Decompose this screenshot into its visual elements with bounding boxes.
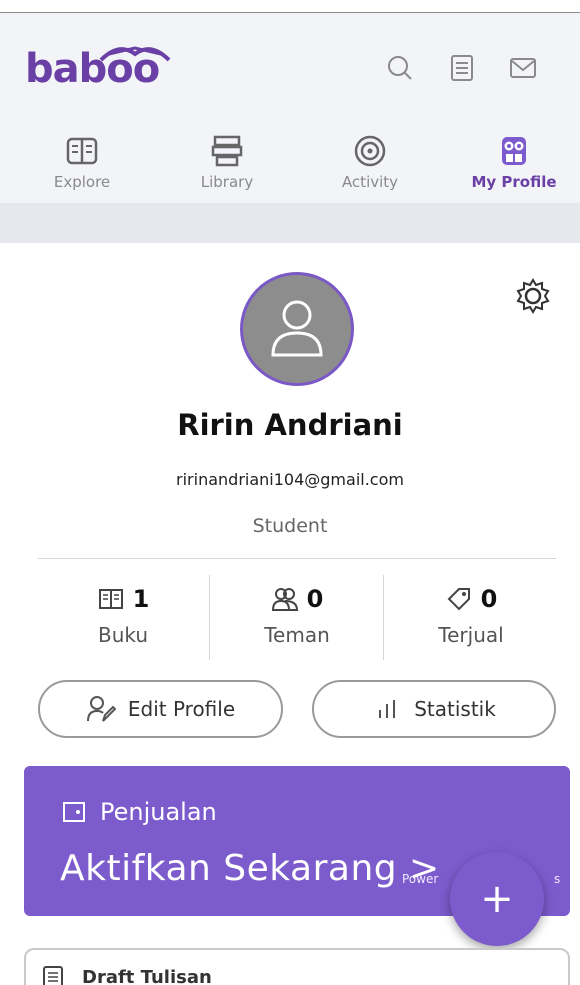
powered-text: Power	[402, 872, 439, 886]
statistik-button[interactable]: Statistik	[312, 680, 556, 738]
tab-my-profile[interactable]: My Profile	[454, 133, 574, 191]
edit-profile-button[interactable]: Edit Profile	[38, 680, 283, 738]
header-separator-band	[0, 203, 580, 243]
banner-title: Penjualan	[100, 798, 217, 826]
stat-divider	[383, 575, 384, 660]
owl-book-icon	[99, 46, 171, 62]
profile-email: ririnandriani104@gmail.com	[176, 470, 404, 489]
user-silhouette-icon	[271, 300, 323, 357]
stat-terjual[interactable]: 0 Terjual	[386, 585, 556, 647]
bar-chart-icon	[379, 700, 396, 718]
book-icon	[98, 589, 123, 609]
owl-profile-icon	[502, 137, 526, 165]
user-edit-icon	[86, 696, 116, 722]
tab-activity[interactable]: Activity	[310, 133, 430, 191]
powered-text-suffix: s	[554, 872, 561, 886]
profile-role: Student	[252, 515, 328, 537]
stat-buku[interactable]: 1 Buku	[38, 585, 208, 647]
draft-title: Draft Tulisan	[82, 966, 212, 985]
profile-avatar[interactable]	[240, 272, 354, 386]
settings-gear-icon[interactable]	[512, 275, 554, 317]
search-icon[interactable]	[385, 53, 415, 83]
library-icon	[211, 135, 243, 167]
stat-teman[interactable]: 0 Teman	[212, 585, 382, 647]
baboo-logo[interactable]: baboo	[25, 38, 180, 93]
friends-icon	[271, 588, 298, 611]
profile-divider	[38, 558, 556, 559]
tab-library[interactable]: Library	[167, 133, 287, 191]
draft-tulisan-card[interactable]: Draft Tulisan	[24, 948, 570, 985]
tag-icon	[447, 588, 470, 611]
list-icon[interactable]	[447, 53, 477, 83]
stat-divider	[209, 575, 210, 660]
book-open-icon	[66, 137, 98, 165]
document-list-icon	[43, 966, 63, 985]
profile-name: Ririn Andriani	[177, 408, 403, 442]
add-fab-button[interactable]: +	[450, 852, 544, 946]
wallet-icon	[63, 802, 85, 822]
activate-now-link[interactable]: Aktifkan Sekarang >	[60, 848, 440, 889]
mail-icon[interactable]	[508, 53, 538, 83]
main-nav: Explore Library Activity My Profile	[0, 133, 580, 213]
tab-explore[interactable]: Explore	[22, 133, 142, 191]
activity-target-icon	[354, 135, 386, 167]
